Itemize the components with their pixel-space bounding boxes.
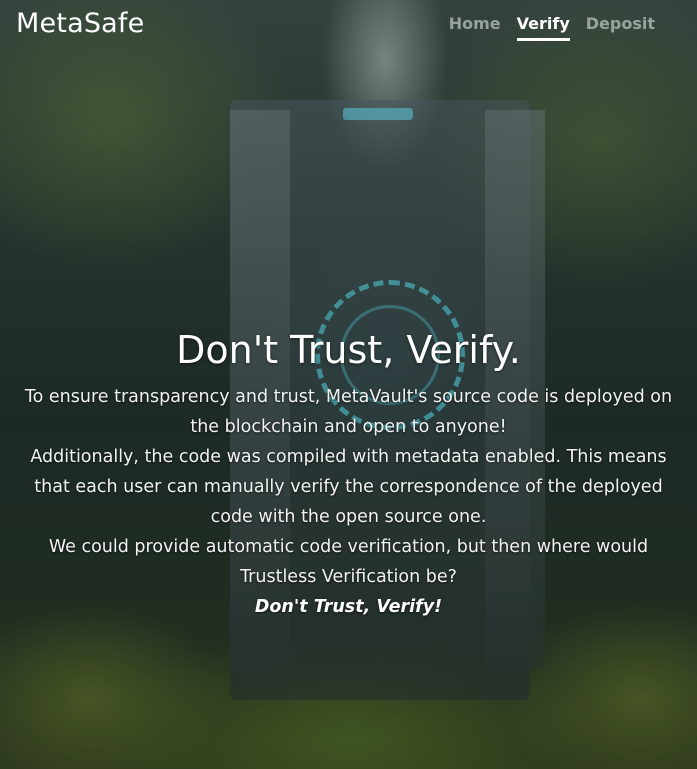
hero-paragraph-automatic: We could provide automatic code verifica… [48,536,649,587]
nav-verify-link[interactable]: Verify [516,14,570,41]
site-header: MetaSafe Home Verify Deposit [0,0,697,52]
main-nav: Home Verify Deposit [449,14,655,41]
hero-tagline: Don't Trust, Verify! [254,596,443,617]
hero-section: Don't Trust, Verify. To ensure transpare… [20,328,677,622]
nav-deposit-link[interactable]: Deposit [586,14,655,41]
hero-paragraph-source-code: To ensure transparency and trust, MetaVa… [24,386,673,437]
brand-logo[interactable]: MetaSafe [16,8,144,39]
nav-home-link[interactable]: Home [449,14,501,41]
hero-title: Don't Trust, Verify. [176,328,521,372]
hero-paragraph-metadata: Additionally, the code was compiled with… [30,446,667,527]
vault-glow-panel [343,108,413,120]
hero-body: To ensure transparency and trust, MetaVa… [20,382,677,592]
page: MetaSafe Home Verify Deposit Don't Trust… [0,0,697,769]
